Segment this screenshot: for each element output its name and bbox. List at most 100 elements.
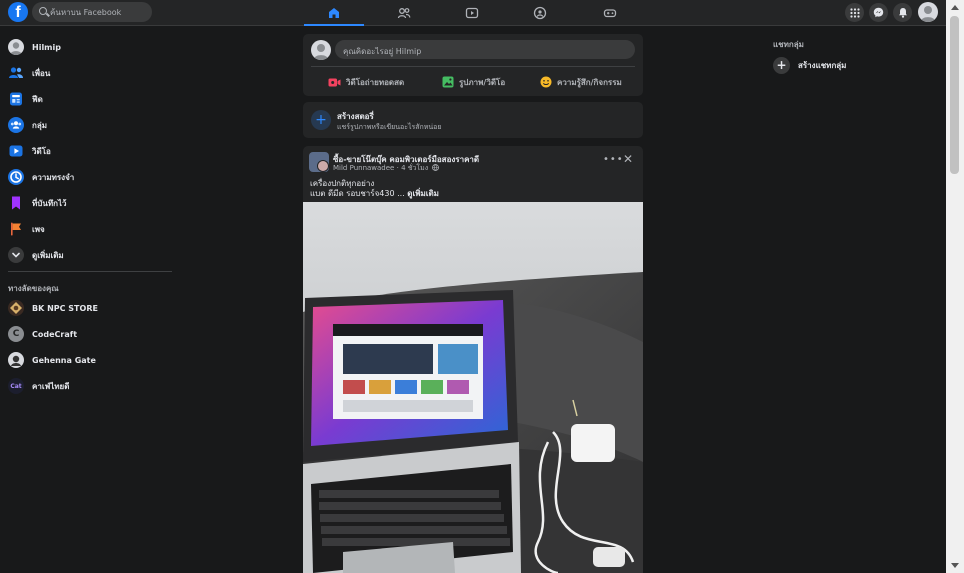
composer-divider	[311, 66, 635, 67]
tab-friends[interactable]	[374, 0, 434, 26]
sidebar-item-label: วิดีโอ	[32, 146, 51, 156]
sidebar-item-feed[interactable]: ฟีด	[8, 89, 43, 109]
sidebar-item-saved[interactable]: ที่บันทึกไว้	[8, 193, 66, 213]
tab-gaming[interactable]	[580, 0, 640, 26]
sidebar-item-label: ฟีด	[32, 94, 43, 104]
create-group-chat-label: สร้างแชทกลุ่ม	[798, 60, 847, 70]
avatar-silhouette-icon	[10, 42, 22, 55]
facebook-logo[interactable]: f	[8, 2, 28, 22]
author-avatar[interactable]	[317, 160, 329, 172]
avatar-silhouette-icon	[920, 6, 936, 22]
globe-icon	[432, 164, 440, 171]
live-video-label: วิดีโอถ่ายทอดสด	[346, 77, 405, 87]
memories-icon	[8, 169, 24, 185]
sidebar-item-profile[interactable]: Hilmip	[8, 37, 61, 57]
search-icon	[39, 7, 47, 15]
home-icon	[329, 8, 339, 18]
post-photo[interactable]	[303, 202, 643, 573]
pages-icon	[8, 221, 24, 237]
search-input[interactable]: ค้นหาบน Facebook	[50, 6, 121, 19]
live-video-button[interactable]: วิดีโอถ่ายทอดสด	[328, 74, 404, 90]
shortcut-label: CodeCraft	[32, 329, 78, 339]
shortcut-item[interactable]: Gehenna Gate	[8, 350, 96, 370]
messenger-button[interactable]	[869, 3, 888, 22]
gaming-icon	[603, 9, 617, 18]
sidebar-see-more[interactable]: ดูเพิ่มเติม	[8, 245, 64, 265]
friends-icon	[397, 8, 411, 19]
scroll-down-arrow-icon[interactable]	[951, 563, 959, 568]
more-options-icon[interactable]: •••	[603, 154, 624, 165]
tab-watch[interactable]	[442, 0, 502, 26]
sidebar-item-memories[interactable]: ความทรงจำ	[8, 167, 74, 187]
notifications-button[interactable]	[893, 3, 912, 22]
post-composer: คุณคิดอะไรอยู่ Hilmip วิดีโอถ่ายทอดสด รู…	[303, 34, 643, 96]
photo-video-label: รูปภาพ/วิดีโอ	[459, 77, 506, 87]
sidebar-item-label: Hilmip	[32, 42, 61, 52]
bell-icon	[898, 8, 907, 18]
sidebar-item-label: เพจ	[32, 224, 45, 234]
avatar-silhouette-icon	[313, 44, 329, 60]
create-story-card[interactable]: + สร้างสตอรี่ แชร์รูปภาพหรือเขียนอะไรสัก…	[303, 102, 643, 138]
shortcut-item[interactable]: C CodeCraft	[8, 324, 77, 344]
sidebar-item-label: ที่บันทึกไว้	[32, 198, 67, 208]
tab-home[interactable]	[304, 0, 364, 26]
composer-input[interactable]: คุณคิดอะไรอยู่ Hilmip	[335, 40, 635, 59]
grid-menu-icon	[849, 7, 860, 18]
see-more-link[interactable]: ดูเพิ่มเติม	[407, 189, 439, 198]
post-author[interactable]: Mild Punnawadee	[333, 164, 394, 172]
close-icon[interactable]: ✕	[623, 152, 633, 166]
sidebar-item-label: กลุ่ม	[32, 120, 48, 130]
account-avatar[interactable]	[918, 2, 938, 22]
search-box[interactable]: ค้นหาบน Facebook	[32, 2, 152, 22]
tab-groups[interactable]	[510, 0, 570, 26]
chevron-down-icon	[8, 247, 24, 263]
page-scrollbar[interactable]	[946, 0, 964, 573]
sidebar-item-label: ดูเพิ่มเติม	[32, 250, 64, 260]
scroll-up-arrow-icon[interactable]	[951, 5, 959, 10]
shortcut-item[interactable]: Cat คาเฟ่ไทยดี	[8, 376, 69, 396]
feeling-activity-label: ความรู้สึก/กิจกรรม	[557, 77, 622, 87]
story-subtitle: แชร์รูปภาพหรือเขียนอะไรสักหน่อย	[337, 123, 442, 131]
post-text-line-2: แบต ดีมีด รอบชาร์จ430 ... ดูเพิ่มเติม	[310, 187, 439, 200]
sidebar-item-pages[interactable]: เพจ	[8, 219, 45, 239]
plus-icon: +	[773, 56, 790, 74]
top-navigation-bar: f ค้นหาบน Facebook	[0, 0, 946, 26]
groups-icon	[8, 117, 24, 133]
create-group-chat-button[interactable]: + สร้างแชทกลุ่ม	[773, 56, 846, 74]
watch-icon	[465, 7, 479, 19]
photo-icon	[442, 76, 454, 88]
plus-icon: +	[311, 110, 331, 130]
avatar	[8, 352, 24, 368]
video-icon	[8, 143, 24, 159]
messenger-icon	[873, 7, 884, 18]
sidebar-item-label: เพื่อน	[32, 68, 51, 78]
groups-icon	[533, 6, 547, 20]
scrollbar-thumb[interactable]	[950, 16, 959, 174]
laptop-photo	[303, 202, 643, 573]
avatar	[311, 40, 331, 60]
sidebar-item-label: ความทรงจำ	[32, 172, 75, 182]
post-text-line-2-body: แบต ดีมีด รอบชาร์จ430 ...	[310, 189, 405, 198]
feed-post: ซื้อ-ขายโน๊ตบุ๊ค คอมพิวเตอร์มือสองราคาดี…	[303, 146, 643, 573]
menu-button[interactable]	[845, 3, 864, 22]
shortcuts-title: ทางลัดของคุณ	[8, 284, 59, 293]
shortcut-label: Gehenna Gate	[32, 355, 96, 365]
avatar	[8, 300, 24, 316]
saved-icon	[8, 195, 24, 211]
smile-icon	[540, 76, 552, 88]
avatar: Cat	[8, 378, 24, 394]
feeling-activity-button[interactable]: ความรู้สึก/กิจกรรม	[540, 74, 622, 90]
avatar	[8, 39, 24, 55]
sidebar-item-friends[interactable]: เพื่อน	[8, 63, 50, 83]
post-time[interactable]: 4 ชั่วโมง	[401, 164, 428, 172]
sidebar-item-video[interactable]: วิดีโอ	[8, 141, 51, 161]
group-chats-title: แชทกลุ่ม	[773, 40, 804, 49]
friends-icon	[8, 65, 24, 81]
shortcut-label: BK NPC STORE	[32, 303, 98, 313]
sidebar-divider	[8, 271, 172, 272]
sidebar-item-groups[interactable]: กลุ่ม	[8, 115, 47, 135]
feed-icon	[8, 91, 24, 107]
shortcut-item[interactable]: BK NPC STORE	[8, 298, 98, 318]
shortcut-label: คาเฟ่ไทยดี	[32, 381, 70, 391]
photo-video-button[interactable]: รูปภาพ/วิดีโอ	[442, 74, 505, 90]
